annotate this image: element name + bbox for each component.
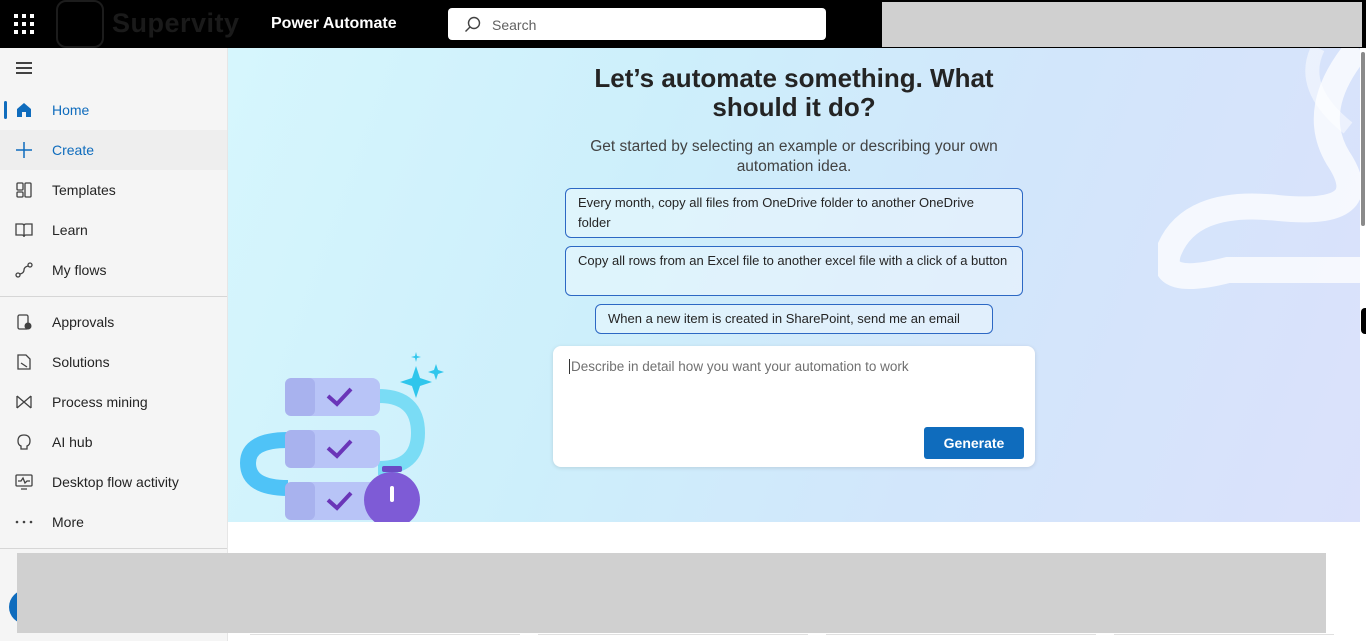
templates-icon bbox=[16, 182, 32, 198]
automation-illustration bbox=[239, 352, 444, 522]
sidebar-item-process-mining[interactable]: Process mining bbox=[0, 382, 227, 422]
scrollbar-thumb[interactable] bbox=[1361, 52, 1365, 226]
book-icon bbox=[15, 223, 33, 238]
sidebar-item-create[interactable]: Create bbox=[0, 130, 227, 170]
prompt-placeholder: Describe in detail how you want your aut… bbox=[569, 359, 909, 374]
sidebar-item-label: Solutions bbox=[52, 354, 110, 370]
sidebar-item-label: Approvals bbox=[52, 314, 115, 330]
search-icon bbox=[465, 16, 481, 32]
suggestion-chip[interactable]: Copy all rows from an Excel file to anot… bbox=[565, 246, 1023, 296]
sidebar-item-label: More bbox=[52, 514, 84, 530]
desktop-activity-icon bbox=[15, 474, 33, 490]
process-mining-icon bbox=[16, 395, 32, 409]
sidebar-item-approvals[interactable]: Approvals bbox=[0, 302, 227, 342]
sidebar-item-label: Desktop flow activity bbox=[52, 474, 179, 490]
sidebar-item-label: Templates bbox=[52, 182, 116, 198]
app-title[interactable]: Power Automate bbox=[271, 15, 397, 33]
sidebar-item-label: My flows bbox=[52, 262, 107, 278]
sidebar-item-my-flows[interactable]: My flows bbox=[0, 250, 227, 290]
flows-icon bbox=[15, 262, 33, 278]
brand-name: Supervity bbox=[112, 8, 240, 38]
automation-prompt-input[interactable]: Describe in detail how you want your aut… bbox=[553, 346, 1035, 467]
nav-divider bbox=[0, 548, 227, 549]
redacted-area bbox=[17, 553, 1326, 633]
ai-hub-icon bbox=[17, 434, 31, 450]
hero-panel: Let’s automate something. What should it… bbox=[228, 48, 1360, 522]
sidebar-item-label: Process mining bbox=[52, 394, 148, 410]
sidebar-item-desktop-flow-activity[interactable]: Desktop flow activity bbox=[0, 462, 227, 502]
home-icon bbox=[17, 103, 31, 117]
plus-icon bbox=[16, 142, 32, 158]
brand-logo-icon bbox=[56, 0, 104, 48]
generate-button[interactable]: Generate bbox=[924, 427, 1024, 459]
solutions-icon bbox=[17, 354, 31, 370]
hamburger-menu-icon[interactable] bbox=[16, 62, 32, 74]
side-panel-tab[interactable] bbox=[1361, 308, 1366, 334]
sidebar-item-label: Create bbox=[52, 142, 95, 158]
redacted-area bbox=[882, 2, 1362, 47]
template-card[interactable] bbox=[538, 634, 808, 641]
more-icon bbox=[15, 520, 33, 524]
search-placeholder: Search bbox=[492, 17, 537, 33]
top-bar: Supervity Power Automate Search bbox=[0, 0, 1366, 48]
sidebar-item-templates[interactable]: Templates bbox=[0, 170, 227, 210]
sidebar-item-label: Home bbox=[52, 102, 90, 118]
sidebar-item-ai-hub[interactable]: AI hub bbox=[0, 422, 227, 462]
template-card[interactable] bbox=[1114, 634, 1334, 641]
sidebar-item-label: AI hub bbox=[52, 434, 93, 450]
page-scrollbar[interactable] bbox=[1360, 48, 1366, 641]
sidebar-item-home[interactable]: Home bbox=[0, 90, 227, 130]
suggestion-chip[interactable]: When a new item is created in SharePoint… bbox=[595, 304, 993, 334]
template-card[interactable] bbox=[826, 634, 1096, 641]
sidebar-item-learn[interactable]: Learn bbox=[0, 210, 227, 250]
sidebar-item-solutions[interactable]: Solutions bbox=[0, 342, 227, 382]
hero-subtitle: Get started by selecting an example or d… bbox=[590, 138, 998, 175]
suggestion-chip[interactable]: Every month, copy all files from OneDriv… bbox=[565, 188, 1023, 238]
approvals-icon bbox=[17, 314, 32, 330]
template-card[interactable] bbox=[250, 634, 520, 641]
app-launcher-icon[interactable] bbox=[14, 14, 34, 34]
sidebar-item-more[interactable]: More bbox=[0, 502, 227, 542]
nav-divider bbox=[0, 296, 227, 297]
hero-title: Let’s automate something. What should it… bbox=[594, 63, 994, 122]
sidebar-item-label: Learn bbox=[52, 222, 88, 238]
search-input[interactable]: Search bbox=[448, 8, 826, 40]
